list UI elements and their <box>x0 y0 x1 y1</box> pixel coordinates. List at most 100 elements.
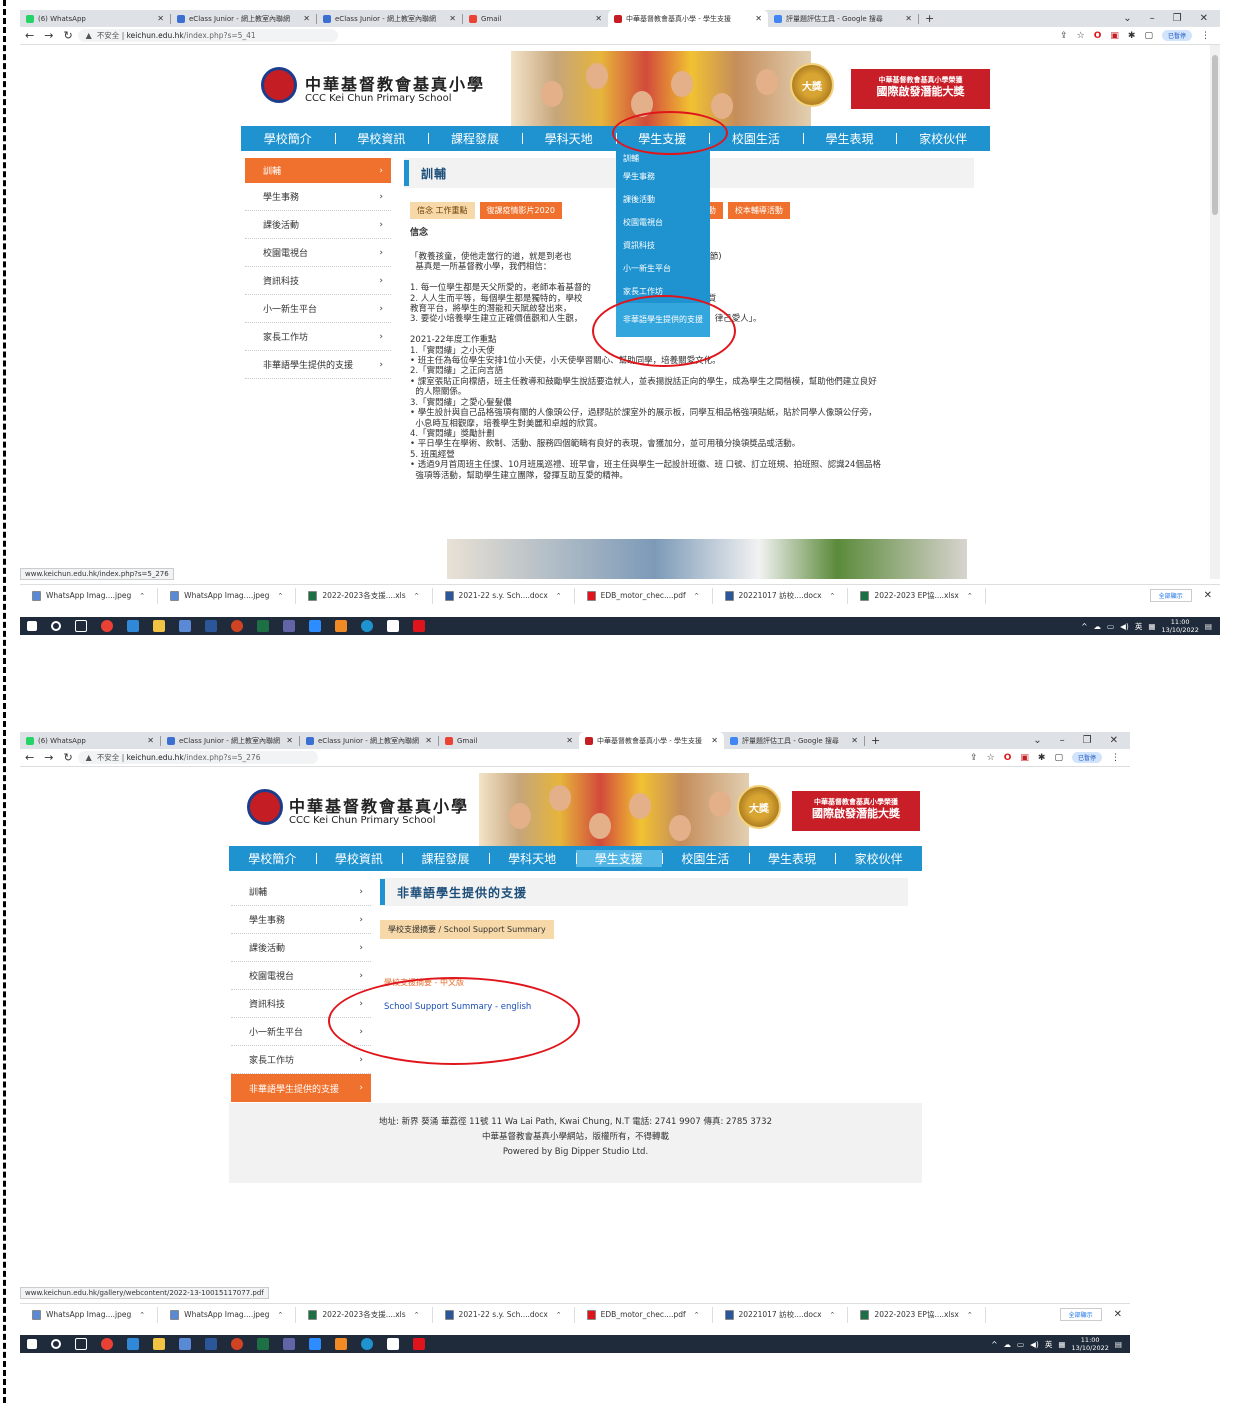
download-item[interactable]: WhatsApp Imag....jpeg ⌃ <box>158 587 297 604</box>
back-icon[interactable]: ← <box>25 29 34 42</box>
download-item[interactable]: WhatsApp Imag....jpeg ⌃ <box>20 587 159 604</box>
browser-tab[interactable]: 評量題評估工具 - Google 搜尋 ✕ <box>768 10 918 27</box>
show-all-button[interactable]: 全部顯示 <box>1059 1308 1102 1321</box>
edge-icon[interactable] <box>361 620 373 632</box>
chevron-up-icon[interactable]: ^ <box>991 1340 997 1349</box>
windows-start-icon[interactable] <box>27 1339 37 1349</box>
back-icon[interactable]: ← <box>25 751 34 764</box>
ime-icon[interactable]: ▦ <box>1148 622 1155 631</box>
menu-icon[interactable]: ⋮ <box>1201 31 1210 41</box>
sub-tab[interactable]: 復課疫情影片2020 <box>479 202 562 219</box>
dropdown-item[interactable]: 小一新生平台 <box>616 257 710 280</box>
chrome-icon[interactable] <box>101 620 113 632</box>
browser-tab[interactable]: 評量題評估工具 - Google 搜尋 ✕ <box>724 732 864 749</box>
vlc-icon[interactable] <box>335 620 347 632</box>
zoom-icon[interactable] <box>309 620 321 632</box>
mail-icon[interactable] <box>127 1338 139 1350</box>
school-logo[interactable] <box>261 67 297 103</box>
extension-icon[interactable]: ▣ <box>1020 753 1029 763</box>
ime-icon[interactable]: ▦ <box>1058 1340 1065 1349</box>
nav-item[interactable]: 學科天地 <box>488 850 576 867</box>
download-item[interactable]: EDB_motor_chec....pdf ⌃ <box>575 1306 713 1323</box>
side-item[interactable]: 資訊科技 › <box>245 267 391 295</box>
download-item[interactable]: 2022-2023各支援....xls ⌃ <box>296 587 433 604</box>
side-item[interactable]: 訓輔 › <box>245 158 391 183</box>
powerpoint-icon[interactable] <box>231 620 243 632</box>
bookmark-star-icon[interactable]: ☆ <box>987 753 995 763</box>
nav-item[interactable]: 學生表現 <box>748 850 836 867</box>
acrobat-icon[interactable] <box>413 1338 425 1350</box>
close-window-icon[interactable]: ✕ <box>1200 13 1208 24</box>
dropdown-item[interactable]: 學生事務 <box>616 165 710 188</box>
side-item[interactable]: 學生事務 › <box>231 906 371 934</box>
close-tab-icon[interactable]: ✕ <box>297 14 310 23</box>
app-icon[interactable] <box>179 620 191 632</box>
side-item[interactable]: 課後活動 › <box>245 211 391 239</box>
minimize-icon[interactable]: – <box>1060 735 1065 746</box>
calendar-icon[interactable] <box>387 620 399 632</box>
puzzle-icon[interactable]: ✱ <box>1038 753 1046 763</box>
clock[interactable]: 11:00 13/10/2022 <box>1161 618 1198 634</box>
folder-icon[interactable] <box>153 1338 165 1350</box>
chrome-icon[interactable] <box>101 1338 113 1350</box>
side-item-non-chinese-support[interactable]: 非華語學生提供的支援 › <box>231 1074 371 1102</box>
clock[interactable]: 11:00 13/10/2022 <box>1071 1336 1108 1352</box>
close-tab-icon[interactable]: ✕ <box>899 14 912 23</box>
extension-icon[interactable]: ▣ <box>1110 31 1119 41</box>
side-item[interactable]: 家長工作坊 › <box>231 1046 371 1074</box>
input-language[interactable]: 英 <box>1045 1339 1053 1350</box>
word-icon[interactable] <box>205 620 217 632</box>
new-tab-icon[interactable]: + <box>919 12 940 25</box>
excel-icon[interactable] <box>257 1338 269 1350</box>
close-tab-icon[interactable]: ✕ <box>749 14 762 23</box>
close-tab-icon[interactable]: ✕ <box>845 736 858 745</box>
share-icon[interactable]: ⇪ <box>970 753 978 763</box>
search-icon[interactable] <box>51 621 61 631</box>
sub-tab[interactable]: 校本輔導活動 <box>727 202 790 219</box>
nav-item[interactable]: 課程發展 <box>428 130 522 147</box>
download-item[interactable]: 20221017 訪校....docx ⌃ <box>713 1306 849 1323</box>
nav-item[interactable]: 學校簡介 <box>229 850 316 867</box>
close-window-icon[interactable]: ✕ <box>1110 735 1118 746</box>
close-downloads-icon[interactable]: ✕ <box>1114 1309 1122 1320</box>
network-icon[interactable]: ▭ <box>1017 1340 1024 1349</box>
tab-search-icon[interactable]: ⌄ <box>1123 13 1131 24</box>
close-tab-icon[interactable]: ✕ <box>141 736 154 745</box>
browser-tab[interactable]: eClass Junior - 網上教室內聯網 ✕ <box>317 10 462 27</box>
nav-item[interactable]: 課程發展 <box>402 850 489 867</box>
download-item[interactable]: 2022-2023各支援....xls ⌃ <box>296 1306 433 1323</box>
side-item[interactable]: 校園電視台 › <box>245 239 391 267</box>
download-item[interactable]: 2021-22 s.y. Sch....docx ⌃ <box>433 1306 575 1323</box>
profile-button[interactable]: 已暫停 <box>1071 752 1102 763</box>
reload-icon[interactable]: ↻ <box>63 751 72 764</box>
volume-icon[interactable]: ◀) <box>1030 1340 1039 1349</box>
url-field[interactable]: ▲ 不安全 | keichun.edu.hk/index.php?s=5_41 <box>77 29 338 42</box>
browser-tab-active[interactable]: 中華基督教會基真小學 - 學生支援 ✕ <box>608 10 768 27</box>
nav-item[interactable]: 學生表現 <box>802 130 897 147</box>
restore-icon[interactable]: ❐ <box>1083 735 1092 746</box>
side-item[interactable]: 家長工作坊 › <box>245 323 391 351</box>
reload-icon[interactable]: ↻ <box>63 29 72 42</box>
nav-item[interactable]: 學校簡介 <box>241 130 335 147</box>
bookmark-star-icon[interactable]: ☆ <box>1077 31 1085 41</box>
download-item[interactable]: WhatsApp Imag....jpeg ⌃ <box>20 1306 159 1323</box>
nav-item-student-support[interactable]: 學生支援 <box>575 850 663 867</box>
opera-icon[interactable]: O <box>1004 753 1012 763</box>
nav-item[interactable]: 學科天地 <box>521 130 616 147</box>
side-item[interactable]: 非華語學生提供的支援 › <box>245 351 391 379</box>
network-icon[interactable]: ▭ <box>1107 622 1114 631</box>
url-field[interactable]: ▲ 不安全 | keichun.edu.hk/index.php?s=5_276 <box>77 751 318 764</box>
powerpoint-icon[interactable] <box>231 1338 243 1350</box>
sub-tab[interactable]: 信念 工作重點 <box>410 202 475 219</box>
side-item[interactable]: 課後活動 › <box>231 934 371 962</box>
sidepanel-icon[interactable]: ▢ <box>1144 31 1153 41</box>
word-icon[interactable] <box>205 1338 217 1350</box>
download-item[interactable]: WhatsApp Imag....jpeg ⌃ <box>158 1306 297 1323</box>
acrobat-icon[interactable] <box>413 620 425 632</box>
folder-icon[interactable] <box>153 620 165 632</box>
input-language[interactable]: 英 <box>1135 621 1143 632</box>
nav-item[interactable]: 家校伙伴 <box>896 130 990 147</box>
vlc-icon[interactable] <box>335 1338 347 1350</box>
chevron-up-icon[interactable]: ^ <box>1081 622 1087 631</box>
notifications-icon[interactable]: ▤ <box>1115 1340 1122 1349</box>
